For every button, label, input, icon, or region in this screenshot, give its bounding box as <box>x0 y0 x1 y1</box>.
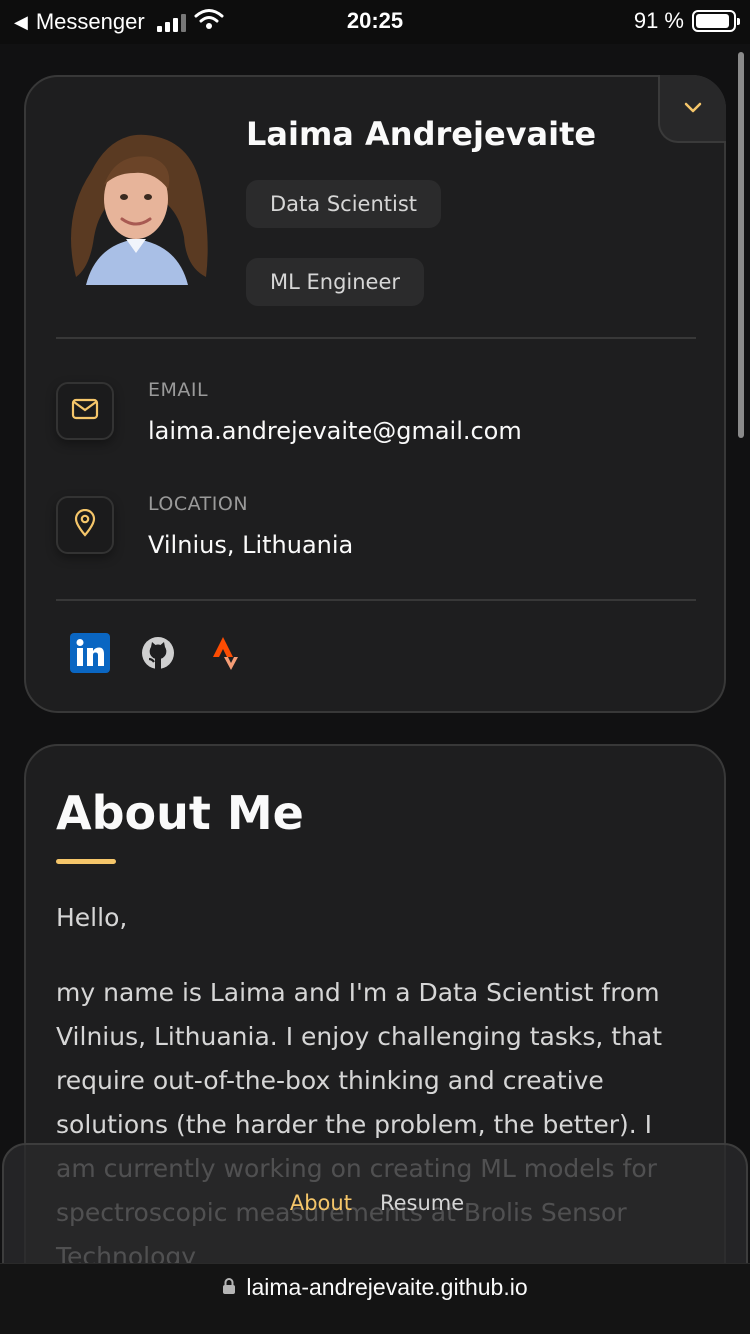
divider <box>56 337 696 339</box>
mail-icon <box>71 398 99 424</box>
location-label: LOCATION <box>148 493 249 515</box>
battery-percent: 91 % <box>633 8 684 33</box>
status-bar: ◀ Messenger 20:25 91 % <box>0 0 750 44</box>
heading-underline <box>56 859 116 864</box>
battery-icon <box>692 10 740 32</box>
profile-name: Laima Andrejevaite <box>246 115 597 153</box>
scrollbar[interactable] <box>738 52 744 438</box>
location-pin-icon <box>74 508 96 541</box>
title-tag: ML Engineer <box>246 258 425 306</box>
nav-item-resume[interactable]: Resume <box>380 1191 464 1215</box>
about-greeting: Hello, <box>56 903 128 932</box>
expand-toggle-button[interactable] <box>658 75 726 143</box>
browser-url-bar[interactable]: laima-andrejevaite.github.io <box>0 1263 750 1334</box>
divider <box>56 599 696 601</box>
github-icon[interactable] <box>138 633 178 673</box>
location-icon-box <box>56 496 114 554</box>
lock-icon <box>222 1274 236 1301</box>
linkedin-icon[interactable] <box>70 633 110 673</box>
social-links <box>70 633 246 673</box>
email-link[interactable]: laima.andrejevaite@gmail.com <box>148 417 522 445</box>
url-text[interactable]: laima-andrejevaite.github.io <box>246 1274 527 1301</box>
title-tag: Data Scientist <box>246 180 441 228</box>
email-label: EMAIL <box>148 379 209 401</box>
profile-card: Laima Andrejevaite Data Scientist ML Eng… <box>24 75 726 713</box>
avatar <box>56 127 216 285</box>
email-icon-box <box>56 382 114 440</box>
bottom-navbar: About Resume <box>2 1143 748 1273</box>
location-value: Vilnius, Lithuania <box>148 531 354 559</box>
strava-icon[interactable] <box>206 633 246 673</box>
about-heading: About Me <box>56 786 304 840</box>
nav-item-about[interactable]: About <box>290 1191 352 1215</box>
chevron-down-icon <box>683 99 703 118</box>
